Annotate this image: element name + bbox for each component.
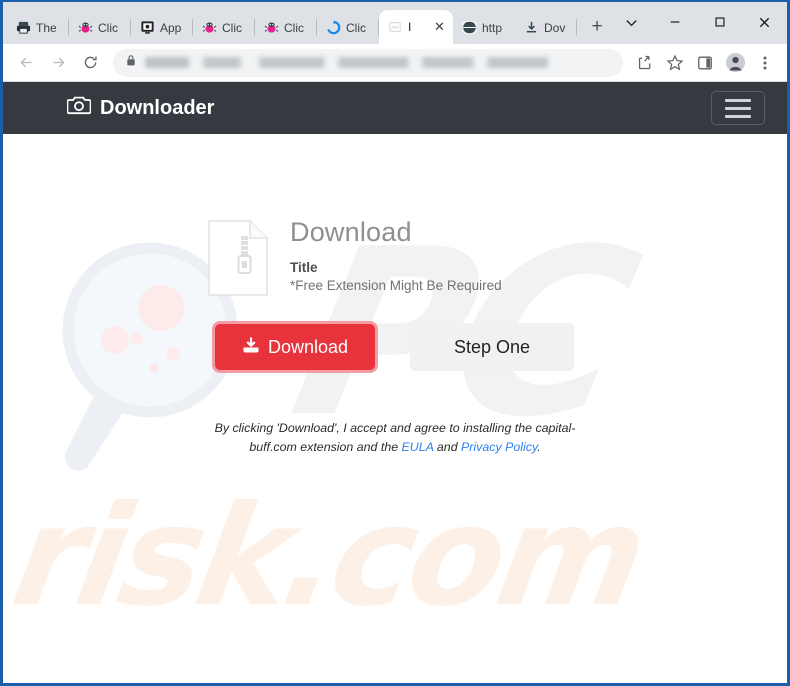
tab-label: The [36,20,57,35]
tab-strip: The Clic App Clic Clic Clic I ✕ http Dov… [3,2,787,44]
close-button[interactable] [742,2,787,42]
download-button-label: Download [267,336,349,357]
bug-favicon [263,20,279,36]
tab-label: App [160,20,182,35]
download-icon [242,336,260,359]
camera-icon [66,95,92,121]
tab-search-button[interactable] [610,2,652,42]
domain-watermark: risk.com [3,476,654,637]
window-controls [610,2,787,42]
disclaimer-after: . [537,440,541,455]
tab-label: I [408,20,412,34]
tab-label: Clic [98,20,118,35]
download-subtitle: Title [290,259,318,275]
tab-label: Clic [222,20,242,35]
share-icon[interactable] [631,49,659,77]
step-one-label: Step One [453,336,531,357]
back-arrow-icon[interactable] [11,48,41,78]
disclaimer-between: and [433,440,462,455]
web-page: Downloader PC risk.com [3,82,787,683]
download-favicon [523,20,539,36]
refresh-favicon [325,20,341,36]
disclaimer-text: By clicking 'Download', I accept and agr… [207,419,583,457]
lock-icon [125,54,137,72]
download-texts: Download Title *Free Extension Might Be … [290,214,502,293]
bug-favicon [77,20,93,36]
step-one-button[interactable]: Step One [410,323,574,371]
url-text[interactable] [145,57,611,68]
close-icon[interactable]: ✕ [432,19,447,35]
hamburger-bar [725,114,751,118]
minimize-button[interactable] [652,2,697,42]
browser-tab-1[interactable]: The [7,11,69,44]
download-note: *Free Extension Might Be Required [290,277,502,293]
browser-tab-5[interactable]: Clic [255,11,317,44]
hamburger-menu-button[interactable] [711,91,765,125]
three-dot-menu-icon[interactable] [751,49,779,77]
browser-window: The Clic App Clic Clic Clic I ✕ http Dov… [0,0,790,686]
browser-toolbar [3,44,787,82]
address-bar[interactable] [113,48,623,77]
tab-label: http [482,20,503,35]
button-row: Download Step One [208,321,582,373]
browser-tab-3[interactable]: App [131,11,193,44]
maximize-button[interactable] [697,2,742,42]
site-brand: Downloader [66,95,215,121]
tab-label: Clic [346,20,366,35]
brand-label: Downloader [100,96,215,119]
monitor-favicon [139,20,155,36]
eula-link[interactable]: EULA [402,440,434,454]
reload-icon[interactable] [75,48,105,78]
browser-tab-2[interactable]: Clic [69,11,131,44]
browser-tab-4[interactable]: Clic [193,11,255,44]
tab-label: Clic [284,20,304,35]
hamburger-bar [725,98,751,102]
browser-tab-active[interactable]: I ✕ [379,10,453,44]
star-icon[interactable] [661,49,689,77]
printer-favicon [15,20,31,36]
bug-favicon [201,20,217,36]
tab-label: Dov [544,20,566,35]
page-favicon [387,19,403,35]
download-button[interactable]: Download [212,321,378,373]
globe-favicon [461,20,477,36]
download-card: Download Title *Free Extension Might Be … [3,134,787,457]
browser-tab-9[interactable]: Dov [515,11,577,44]
zip-file-icon [208,220,268,296]
profile-avatar[interactable] [721,49,749,77]
side-panel-icon[interactable] [691,49,719,77]
browser-tab-8[interactable]: http [453,11,515,44]
download-info-row: Download Title *Free Extension Might Be … [208,214,582,296]
new-tab-button[interactable]: + [583,13,611,41]
site-header: Downloader [3,82,787,134]
forward-arrow-icon[interactable] [43,48,73,78]
privacy-policy-link[interactable]: Privacy Policy [461,440,537,454]
browser-tab-6[interactable]: Clic [317,11,379,44]
hamburger-bar [725,106,751,110]
download-heading: Download [290,217,412,247]
